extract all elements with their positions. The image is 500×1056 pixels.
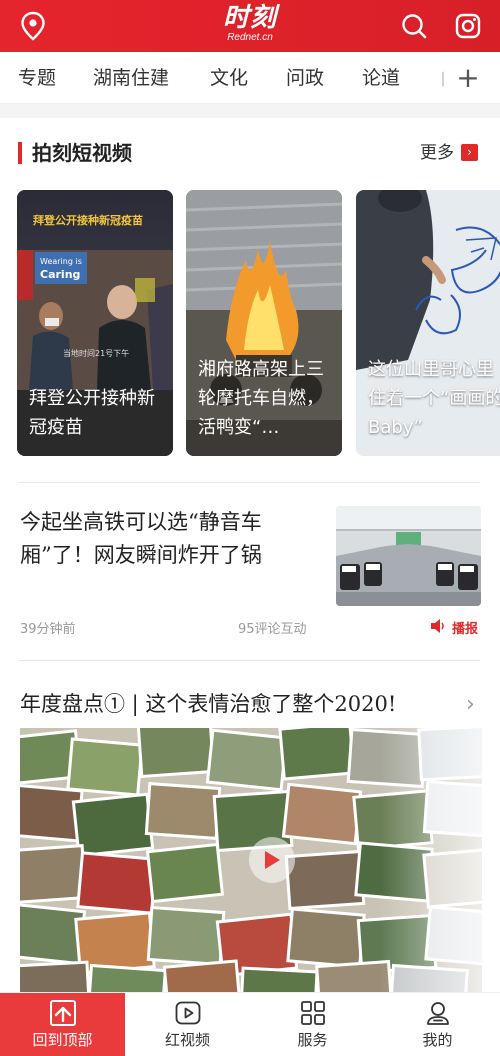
divider: [18, 482, 480, 483]
video-caption: 湘府路高架上三轮摩托车自燃，活鸭变“…: [198, 359, 324, 438]
tab-lundao[interactable]: 论道: [362, 65, 400, 91]
section-divider: [0, 104, 500, 118]
nav-red-video[interactable]: 红视频: [125, 993, 250, 1056]
chevron-right-icon[interactable]: ›: [466, 692, 475, 717]
app-header: 时刻 Rednet.cn: [0, 0, 500, 52]
nav-services[interactable]: 服务: [250, 993, 375, 1056]
channel-tabs: 专题 湖南住建 文化 问政 论道 丨 +: [0, 52, 500, 104]
svg-text:Caring: Caring: [40, 268, 80, 281]
video-caption: 拜登公开接种新冠疫苗: [29, 388, 155, 438]
thumbnail-timestamp: 当地时间21号下午: [63, 349, 130, 358]
thumbnail-banner-text: 拜登公开接种新冠疫苗: [33, 214, 143, 227]
tab-zhuanti[interactable]: 专题: [18, 65, 56, 91]
logo-subtext: Rednet.cn: [227, 32, 273, 43]
nav-profile[interactable]: 我的: [375, 993, 500, 1056]
user-icon: [425, 1000, 451, 1026]
more-link[interactable]: 更多: [420, 141, 454, 165]
nav-label: 我的: [422, 1031, 453, 1049]
search-icon[interactable]: [398, 10, 430, 42]
location-icon[interactable]: [17, 10, 49, 42]
video-card[interactable]: 这位山里哥心里住着一个“画画的Baby”: [356, 190, 500, 456]
video-card[interactable]: 拜登公开接种新冠疫苗 Wearing is Caring 当地时间21号下午 拜…: [17, 190, 173, 456]
nav-back-to-top[interactable]: 回到顶部: [0, 993, 125, 1056]
section-title: 拍刻短视频: [32, 141, 132, 165]
nav-label: 服务: [297, 1031, 328, 1049]
instagram-icon[interactable]: [452, 10, 484, 42]
tab-hunan-zhujian[interactable]: 湖南住建: [93, 65, 169, 91]
article-video-thumbnail[interactable]: [20, 728, 482, 994]
nav-label: 红视频: [164, 1031, 210, 1049]
divider: [18, 660, 480, 661]
video-thumbnail: Wearing is Caring: [17, 250, 173, 390]
article-title[interactable]: 今起坐高铁可以选“静音车厢”了！网友瞬间炸开了锅: [20, 506, 320, 572]
bottom-navigation: 回到顶部 红视频 服务 我的: [0, 992, 500, 1056]
video-play-icon: [175, 1000, 201, 1026]
article-thumbnail[interactable]: [336, 506, 481, 606]
article-title[interactable]: 年度盘点① | 这个表情治愈了整个2020!: [20, 689, 396, 719]
grid-icon: [300, 1000, 326, 1026]
article-timestamp: 39分钟前: [20, 622, 76, 637]
video-caption: 这位山里哥心里住着一个“画画的Baby”: [368, 359, 500, 438]
tab-wenhua[interactable]: 文化: [210, 65, 248, 91]
logo-text: 时刻: [222, 3, 277, 33]
tab-overflow-indicator: 丨: [435, 70, 452, 89]
back-to-top-icon: [49, 1000, 76, 1026]
audio-broadcast-button[interactable]: 播报: [452, 618, 478, 637]
video-thumbnail-banner: 拜登公开接种新冠疫苗: [17, 190, 173, 250]
speaker-icon[interactable]: [430, 617, 446, 635]
article-comments[interactable]: 95评论互动: [238, 618, 307, 637]
tab-wenzheng[interactable]: 问政: [286, 65, 324, 91]
section-accent-bar: [18, 142, 22, 164]
add-channel-button[interactable]: +: [452, 60, 484, 96]
play-button-icon[interactable]: [249, 837, 295, 883]
app-logo[interactable]: 时刻 Rednet.cn: [200, 4, 300, 48]
svg-text:Wearing is: Wearing is: [40, 257, 82, 266]
chevron-right-icon[interactable]: ›: [461, 144, 478, 161]
video-card[interactable]: 湘府路高架上三轮摩托车自燃，活鸭变“…: [186, 190, 342, 456]
nav-label: 回到顶部: [32, 1031, 93, 1049]
